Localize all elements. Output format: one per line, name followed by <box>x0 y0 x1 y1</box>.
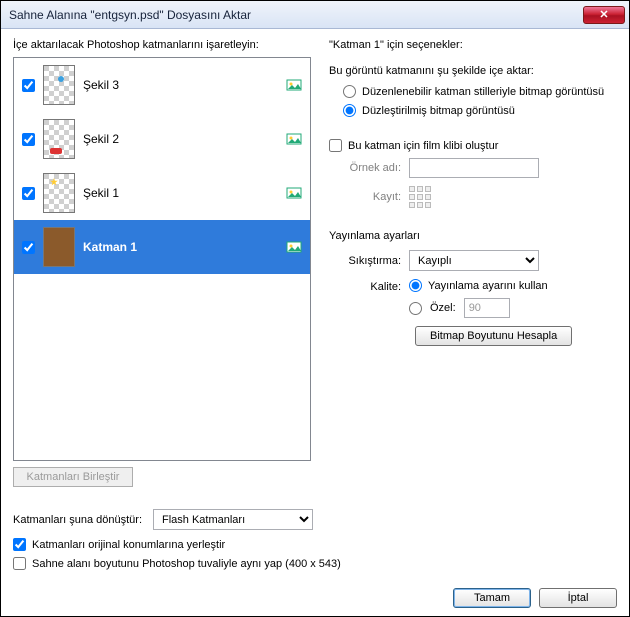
layer-name: Şekil 3 <box>83 78 278 92</box>
compression-select[interactable]: Kayıplı <box>409 250 539 271</box>
image-icon <box>286 77 302 93</box>
layer-name: Şekil 1 <box>83 186 278 200</box>
layer-row[interactable]: Şekil 1 <box>14 166 310 220</box>
quality-custom-radio[interactable] <box>409 302 422 315</box>
stage-size-checkbox[interactable] <box>13 557 26 570</box>
left-pane: İçe aktarılacak Photoshop katmanlarını i… <box>13 39 311 497</box>
image-icon <box>286 185 302 201</box>
image-icon <box>286 131 302 147</box>
convert-select[interactable]: Flash Katmanları <box>153 509 313 530</box>
ok-button[interactable]: Tamam <box>453 588 531 608</box>
movieclip-checkbox[interactable] <box>329 139 342 152</box>
import-flat-radio[interactable] <box>343 104 356 117</box>
bottom-pane: Katmanları şuna dönüştür: Flash Katmanla… <box>13 509 617 608</box>
layers-heading: İçe aktarılacak Photoshop katmanlarını i… <box>13 39 311 51</box>
import-as-heading: Bu görüntü katmanını şu şekilde içe akta… <box>329 65 617 77</box>
registration-grid <box>409 186 431 208</box>
options-heading: "Katman 1" için seçenekler: <box>329 39 617 51</box>
layer-thumb <box>43 65 75 105</box>
layer-thumb <box>43 119 75 159</box>
quality-custom-input <box>464 298 510 318</box>
layer-checkbox[interactable] <box>22 79 35 92</box>
layer-row[interactable]: Şekil 2 <box>14 112 310 166</box>
import-editable-radio[interactable] <box>343 85 356 98</box>
place-original-label: Katmanları orijinal konumlarına yerleşti… <box>32 539 225 551</box>
layer-row-selected[interactable]: Katman 1 <box>14 220 310 274</box>
close-icon: ✕ <box>599 8 608 21</box>
quality-publish-radio[interactable] <box>409 279 422 292</box>
quality-publish-label: Yayınlama ayarını kullan <box>428 280 548 292</box>
right-pane: "Katman 1" için seçenekler: Bu görüntü k… <box>329 39 617 497</box>
layer-thumb <box>43 173 75 213</box>
compression-label: Sıkıştırma: <box>329 255 409 267</box>
dialog-body: İçe aktarılacak Photoshop katmanlarını i… <box>1 29 629 616</box>
stage-size-label: Sahne alanı boyutunu Photoshop tuvaliyle… <box>32 558 341 570</box>
window-title: Sahne Alanına "entgsyn.psd" Dosyasını Ak… <box>9 8 583 22</box>
quality-label: Kalite: <box>329 279 409 293</box>
dialog-window: Sahne Alanına "entgsyn.psd" Dosyasını Ak… <box>0 0 630 617</box>
quality-custom-label: Özel: <box>430 302 456 314</box>
merge-layers-button: Katmanları Birleştir <box>13 467 133 487</box>
close-button[interactable]: ✕ <box>583 6 625 24</box>
layer-checkbox[interactable] <box>22 187 35 200</box>
layer-row[interactable]: Şekil 3 <box>14 58 310 112</box>
layer-thumb <box>43 227 75 267</box>
convert-label: Katmanları şuna dönüştür: <box>13 514 153 526</box>
layer-name: Şekil 2 <box>83 132 278 146</box>
layer-list[interactable]: Şekil 3 Şekil 2 <box>13 57 311 461</box>
cancel-button[interactable]: İptal <box>539 588 617 608</box>
layer-checkbox[interactable] <box>22 241 35 254</box>
layer-name: Katman 1 <box>83 240 278 254</box>
import-flat-label: Düzleştirilmiş bitmap görüntüsü <box>362 105 515 117</box>
calculate-bitmap-button[interactable]: Bitmap Boyutunu Hesapla <box>415 326 572 346</box>
layer-checkbox[interactable] <box>22 133 35 146</box>
instance-name-input <box>409 158 539 178</box>
import-editable-label: Düzenlenebilir katman stilleriyle bitmap… <box>362 86 604 98</box>
image-icon <box>286 239 302 255</box>
instance-name-label: Örnek adı: <box>329 162 409 174</box>
publish-heading: Yayınlama ayarları <box>329 230 617 242</box>
titlebar: Sahne Alanına "entgsyn.psd" Dosyasını Ak… <box>1 1 629 29</box>
registration-label: Kayıt: <box>329 191 409 203</box>
place-original-checkbox[interactable] <box>13 538 26 551</box>
movieclip-label: Bu katman için film klibi oluştur <box>348 140 498 152</box>
